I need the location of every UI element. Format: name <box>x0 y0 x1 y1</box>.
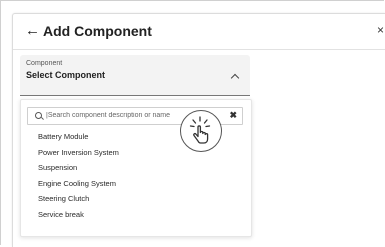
option-steering-clutch[interactable]: Steering Clutch <box>21 191 251 207</box>
option-suspension[interactable]: Suspension <box>21 160 251 176</box>
option-engine-cooling-system[interactable]: Engine Cooling System <box>21 176 251 192</box>
tap-indicator <box>180 110 222 152</box>
option-power-inversion-system[interactable]: Power Inversion System <box>21 145 251 161</box>
component-select-label: Component <box>26 60 63 67</box>
hand-pointer-icon <box>189 116 211 144</box>
close-icon[interactable]: × <box>377 23 384 37</box>
option-service-break[interactable]: Service break <box>21 207 251 223</box>
dialog-header: ← Add Component × <box>13 14 385 50</box>
chevron-up-icon[interactable] <box>230 73 240 83</box>
back-arrow-icon[interactable]: ← <box>25 23 40 39</box>
search-icon <box>35 112 42 119</box>
component-select[interactable]: Component Select Component <box>20 55 250 96</box>
clear-search-icon[interactable]: ✖ <box>229 110 237 121</box>
page-title: Add Component <box>43 23 152 39</box>
component-select-value: Select Component <box>26 70 106 80</box>
